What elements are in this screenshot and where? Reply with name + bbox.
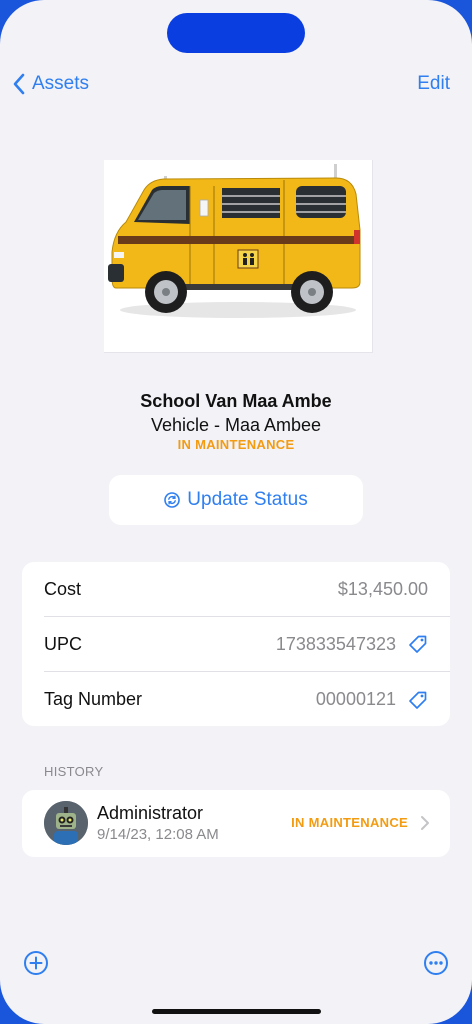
tag-number-label: Tag Number xyxy=(44,689,143,709)
cost-label: Cost xyxy=(44,578,82,599)
dynamic-island xyxy=(167,13,305,53)
robot-avatar-icon xyxy=(44,801,88,845)
upc-value-group: 173833547323 xyxy=(276,634,428,655)
tag-number-value: 00000121 xyxy=(315,689,396,709)
history-user: Administrator xyxy=(97,803,204,823)
school-van-image xyxy=(108,164,361,318)
cost-row: Cost $13,450.00 xyxy=(44,562,450,617)
update-status-button[interactable]: Update Status xyxy=(109,475,363,525)
history-status-badge: IN MAINTENANCE xyxy=(291,815,408,830)
asset-status-badge: IN MAINTENANCE xyxy=(177,437,295,452)
tag-number-value-group: 00000121 xyxy=(316,689,428,710)
history-entry[interactable]: Administrator 9/14/23, 12:08 AM IN MAINT… xyxy=(22,790,450,857)
asset-name: School Van Maa Ambe xyxy=(140,391,332,411)
tag-icon[interactable] xyxy=(408,634,428,654)
update-status-label: Update Status xyxy=(187,489,308,510)
plus-circle-icon[interactable] xyxy=(23,950,49,976)
refresh-circle-icon xyxy=(164,492,181,508)
cost-value: $13,450.00 xyxy=(337,578,428,599)
avatar xyxy=(44,801,88,845)
app-screen: Assets Edit School Van Maa Ambe Vehicle … xyxy=(0,0,472,1024)
details-card: Cost $13,450.00 UPC 173833547323 Tag Num… xyxy=(22,562,450,726)
upc-row: UPC 173833547323 xyxy=(44,617,450,672)
ellipsis-circle-icon[interactable] xyxy=(423,950,449,976)
chevron-right-icon xyxy=(421,816,429,830)
upc-value: 173833547323 xyxy=(275,633,396,654)
asset-photo xyxy=(104,160,373,353)
tag-number-row: Tag Number 00000121 xyxy=(44,672,450,727)
asset-subtitle: Vehicle - Maa Ambee xyxy=(150,415,322,435)
upc-label: UPC xyxy=(44,633,83,654)
history-section-header: HISTORY xyxy=(44,764,104,779)
back-label: Assets xyxy=(32,73,90,94)
home-indicator[interactable] xyxy=(152,1009,321,1014)
tag-icon[interactable] xyxy=(408,690,428,710)
chevron-left-icon xyxy=(13,73,25,95)
history-date: 9/14/23, 12:08 AM xyxy=(97,826,219,843)
asset-title-block: School Van Maa Ambe Vehicle - Maa Ambee … xyxy=(0,388,472,454)
back-button[interactable]: Assets xyxy=(12,70,89,98)
edit-button[interactable]: Edit xyxy=(417,70,450,98)
